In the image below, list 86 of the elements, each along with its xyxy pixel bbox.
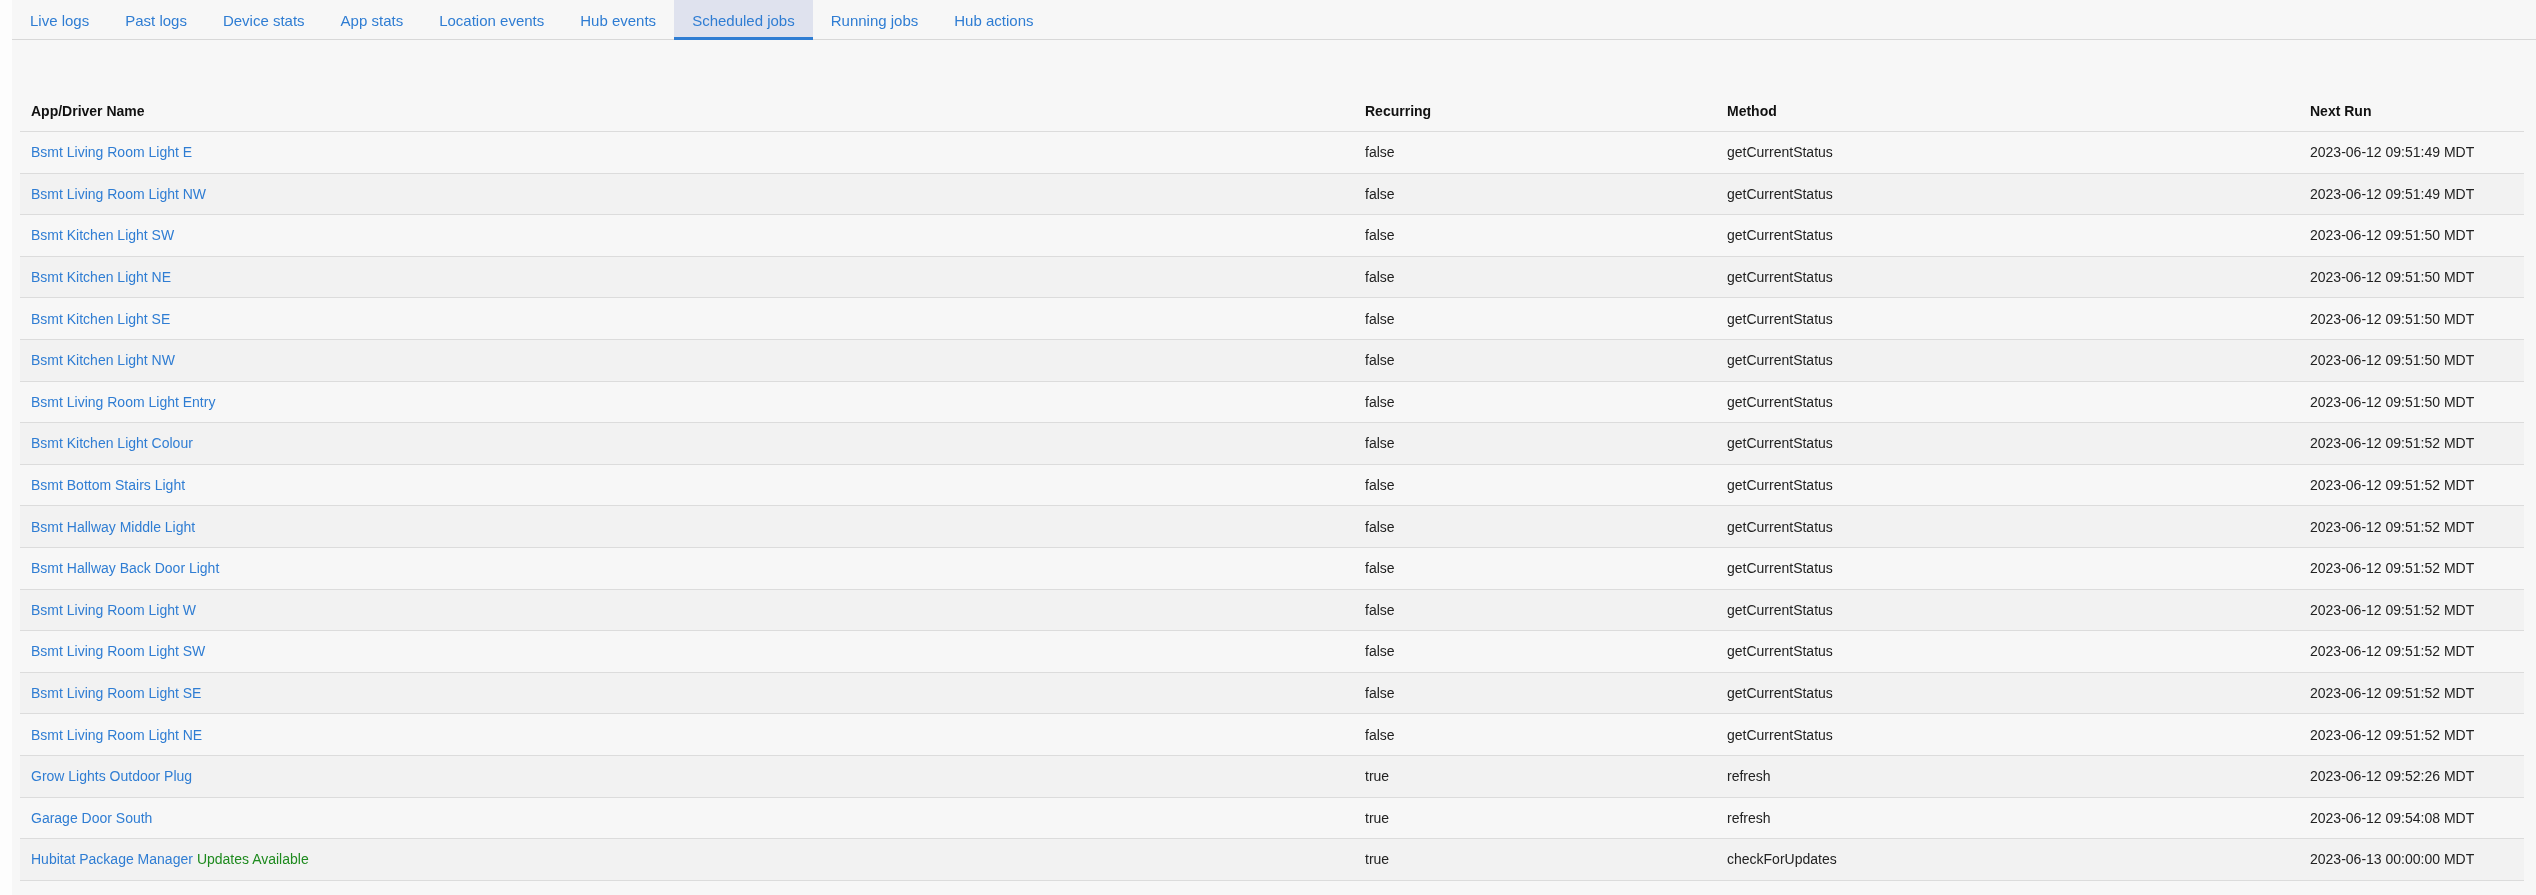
column-header: Recurring: [1354, 90, 1716, 132]
tab[interactable]: App stats: [322, 0, 422, 40]
device-link[interactable]: Grow Lights Outdoor Plug: [31, 768, 193, 785]
device-link[interactable]: Bsmt Living Room Light E: [31, 144, 193, 161]
table-cell: getCurrentStatus: [1716, 214, 2299, 257]
tab[interactable]: Hub events: [562, 0, 675, 40]
device-link[interactable]: Hubitat Package Manager: [31, 851, 193, 868]
table-cell: false: [1354, 339, 1716, 382]
table-cell: getCurrentStatus: [1716, 464, 2299, 506]
table-cell: false: [1354, 381, 1716, 423]
table-cell: false: [1354, 422, 1716, 465]
table-cell: false: [1354, 173, 1716, 215]
table-cell: 2023-06-12 09:51:50 MDT: [2299, 339, 2524, 382]
table-cell: true: [1354, 838, 1716, 881]
table-cell: 2023-06-12 09:51:50 MDT: [2299, 256, 2524, 298]
table-cell: refresh: [1716, 755, 2299, 797]
device-link[interactable]: Bsmt Kitchen Light SE: [31, 310, 171, 327]
column-header: Next Run: [2299, 90, 2524, 132]
table-cell: getCurrentStatus: [1716, 297, 2299, 340]
table-cell: 2023-06-12 09:51:52 MDT: [2299, 505, 2524, 548]
device-link[interactable]: Bsmt Kitchen Light SW: [31, 227, 175, 244]
table-cell: checkForUpdates: [1716, 838, 2299, 881]
table-cell: false: [1354, 256, 1716, 298]
device-link[interactable]: Bsmt Living Room Light W: [31, 601, 196, 618]
table-cell: getCurrentStatus: [1716, 173, 2299, 215]
device-link[interactable]: Bsmt Living Room Light SE: [31, 685, 202, 701]
table-cell: 2023-06-12 09:51:49 MDT: [2299, 173, 2524, 215]
table-cell: false: [1354, 297, 1716, 340]
device-link[interactable]: Bsmt Living Room Light SW: [31, 643, 206, 660]
table-cell: getCurrentStatus: [1716, 339, 2299, 382]
table-cell: 2023-06-12 09:52:26 MDT: [2299, 755, 2524, 797]
table-cell: 2023-06-12 09:51:52 MDT: [2299, 672, 2524, 714]
tab[interactable]: Past logs: [107, 0, 205, 40]
table-cell: true: [1354, 797, 1716, 839]
table-cell: getCurrentStatus: [1716, 422, 2299, 465]
table-cell: false: [1354, 547, 1716, 590]
device-link[interactable]: Bsmt Hallway Middle Light: [31, 518, 196, 535]
table-cell: 2023-06-12 09:51:50 MDT: [2299, 214, 2524, 257]
tab[interactable]: Live logs: [12, 0, 108, 40]
device-link[interactable]: Bsmt Bottom Stairs Light: [31, 477, 186, 494]
device-link[interactable]: Bsmt Kitchen Light Colour: [31, 435, 193, 452]
table-cell: false: [1354, 214, 1716, 257]
table-cell: 2023-06-12 09:51:52 MDT: [2299, 547, 2524, 590]
table-cell: getCurrentStatus: [1716, 381, 2299, 423]
tab[interactable]: Running jobs: [812, 0, 937, 40]
table-cell: false: [1354, 713, 1716, 756]
table-cell: false: [1354, 505, 1716, 548]
device-link[interactable]: Bsmt Living Room Light NE: [31, 726, 203, 743]
table-cell: getCurrentStatus: [1716, 630, 2299, 673]
tab[interactable]: Device stats: [204, 0, 323, 40]
table-cell: getCurrentStatus: [1716, 589, 2299, 631]
device-link[interactable]: Bsmt Kitchen Light NW: [31, 352, 175, 369]
column-header: App/Driver Name: [20, 90, 1354, 132]
device-link[interactable]: Garage Door South: [31, 809, 153, 826]
column-header: Method: [1716, 90, 2299, 132]
tab[interactable]: Scheduled jobs: [674, 0, 813, 40]
table-cell: true: [1354, 755, 1716, 797]
table-cell: 2023-06-12 09:51:50 MDT: [2299, 297, 2524, 340]
table-cell: getCurrentStatus: [1716, 131, 2299, 174]
table-cell: false: [1354, 131, 1716, 174]
table-cell: false: [1354, 630, 1716, 673]
table-cell: 2023-06-12 09:51:49 MDT: [2299, 131, 2524, 174]
tab[interactable]: Location events: [421, 0, 563, 40]
device-link[interactable]: Bsmt Kitchen Light NE: [31, 269, 172, 286]
table-cell: getCurrentStatus: [1716, 256, 2299, 298]
table-cell: false: [1354, 672, 1716, 714]
tab[interactable]: Hub actions: [936, 0, 1052, 40]
status-text: Updates Available: [196, 851, 309, 868]
table-cell: 2023-06-12 09:51:52 MDT: [2299, 422, 2524, 465]
table-cell: getCurrentStatus: [1716, 547, 2299, 590]
table-cell: false: [1354, 464, 1716, 506]
table-cell: getCurrentStatus: [1716, 672, 2299, 714]
device-link[interactable]: Bsmt Hallway Back Door Light: [31, 560, 220, 577]
table-cell: getCurrentStatus: [1716, 713, 2299, 756]
table-cell: 2023-06-12 09:54:08 MDT: [2299, 797, 2524, 839]
table-cell: false: [1354, 589, 1716, 631]
device-link[interactable]: Bsmt Living Room Light NW: [31, 185, 207, 202]
table-cell: 2023-06-12 09:51:52 MDT: [2299, 630, 2524, 673]
table-cell: 2023-06-12 09:51:52 MDT: [2299, 464, 2524, 506]
table-cell: 2023-06-13 00:00:00 MDT: [2299, 838, 2524, 881]
table-cell: refresh: [1716, 797, 2299, 839]
table-cell: getCurrentStatus: [1716, 505, 2299, 548]
table-cell: 2023-06-12 09:51:52 MDT: [2299, 713, 2524, 756]
device-link[interactable]: Bsmt Living Room Light Entry: [31, 393, 216, 410]
table-cell: 2023-06-12 09:51:50 MDT: [2299, 381, 2524, 423]
table-cell: 2023-06-12 09:51:52 MDT: [2299, 589, 2524, 631]
